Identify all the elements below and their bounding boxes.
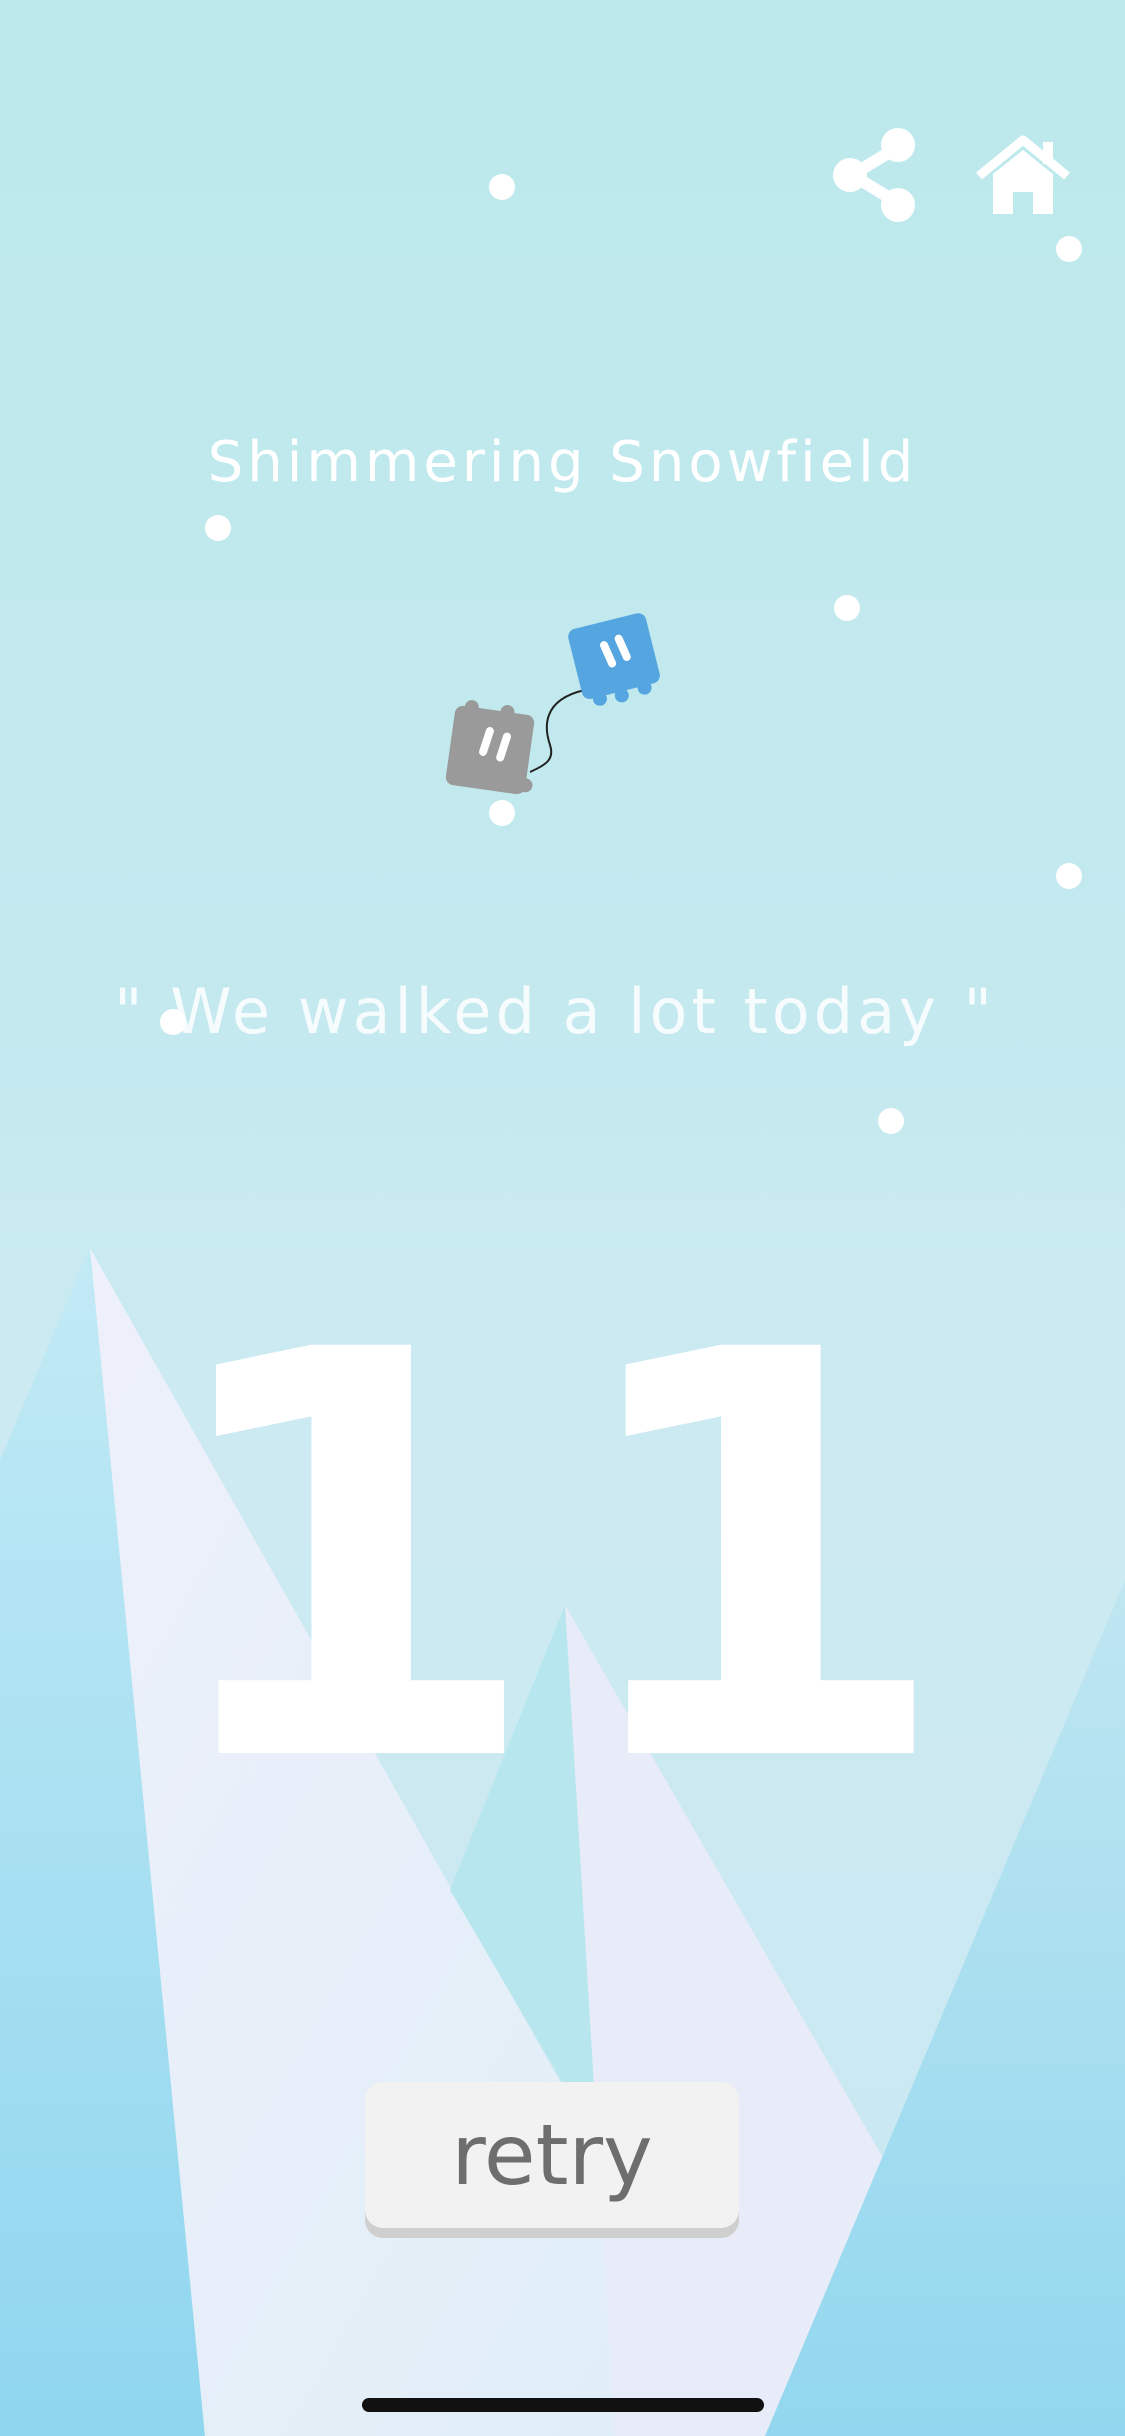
level-quote: " We walked a lot today " bbox=[114, 975, 996, 1048]
home-icon bbox=[976, 135, 1070, 214]
retry-button[interactable]: retry bbox=[365, 2082, 739, 2228]
rope bbox=[529, 689, 586, 773]
blue-cube-character bbox=[568, 613, 660, 706]
score-display: 11 bbox=[152, 1234, 973, 1886]
share-button[interactable] bbox=[820, 120, 930, 230]
level-title: Shimmering Snowfield bbox=[207, 430, 918, 495]
home-indicator bbox=[362, 2398, 764, 2412]
gray-cube-character bbox=[445, 700, 535, 795]
share-icon bbox=[833, 128, 915, 222]
home-button[interactable] bbox=[968, 120, 1078, 230]
background-scene bbox=[0, 174, 1125, 2436]
